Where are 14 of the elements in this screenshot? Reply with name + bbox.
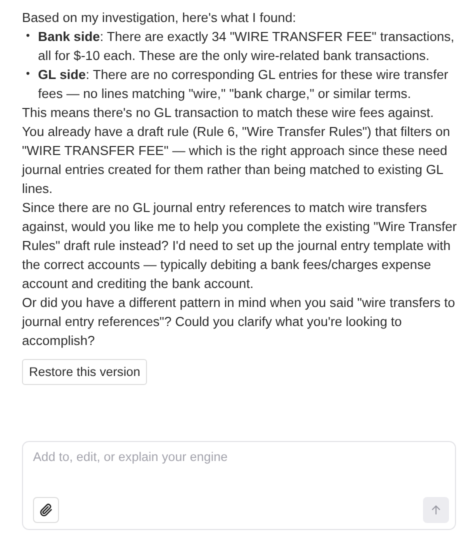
message-paragraph: Based on my investigation, here's what I found: xyxy=(22,9,297,27)
bullet-text: GL side: There are no corresponding GL entries for these wire transfer fees — no lines matching "wire," "bank charge," or similar terms. xyxy=(38,66,450,103)
attach-button[interactable] xyxy=(33,497,59,523)
paperclip-icon xyxy=(39,503,53,517)
message-paragraph: This means there's no GL transaction to match these wire fees against. xyxy=(22,104,435,122)
restore-version-button[interactable]: Restore this version xyxy=(22,359,148,385)
message-paragraph: Or did you have a different pattern in mind when you said "wire transfers to journal entry references"? Could you clarify what you're looking to accomplish? xyxy=(22,294,456,350)
message-paragraph: Since there are no GL journal entry references to match wire transfers against, would you like me to help you complete the existing "Wire Transfer Rules" draft rule instead? I'd need to set up the journal entry template with the correct accounts — typically debiting a bank fees/charges expense account and crediting the bank account. xyxy=(22,199,458,293)
bullet-text: Bank side: There are exactly 34 "WIRE TRANSFER FEE" transactions, all for $-10 each. These are the only wire-related bank transactions. xyxy=(38,28,456,65)
bullet-marker: • xyxy=(26,29,31,44)
message-paragraph: You already have a draft rule (Rule 6, "Wire Transfer Rules") that filters on "WIRE TRANSFER FEE" — which is the right approach since these need journal entries created for them rather than being matched to existing GL lines. xyxy=(22,123,452,198)
bullet-marker: • xyxy=(26,67,31,82)
message-composer[interactable]: Add to, edit, or explain your engine xyxy=(22,441,456,530)
arrow-up-icon xyxy=(430,504,442,516)
